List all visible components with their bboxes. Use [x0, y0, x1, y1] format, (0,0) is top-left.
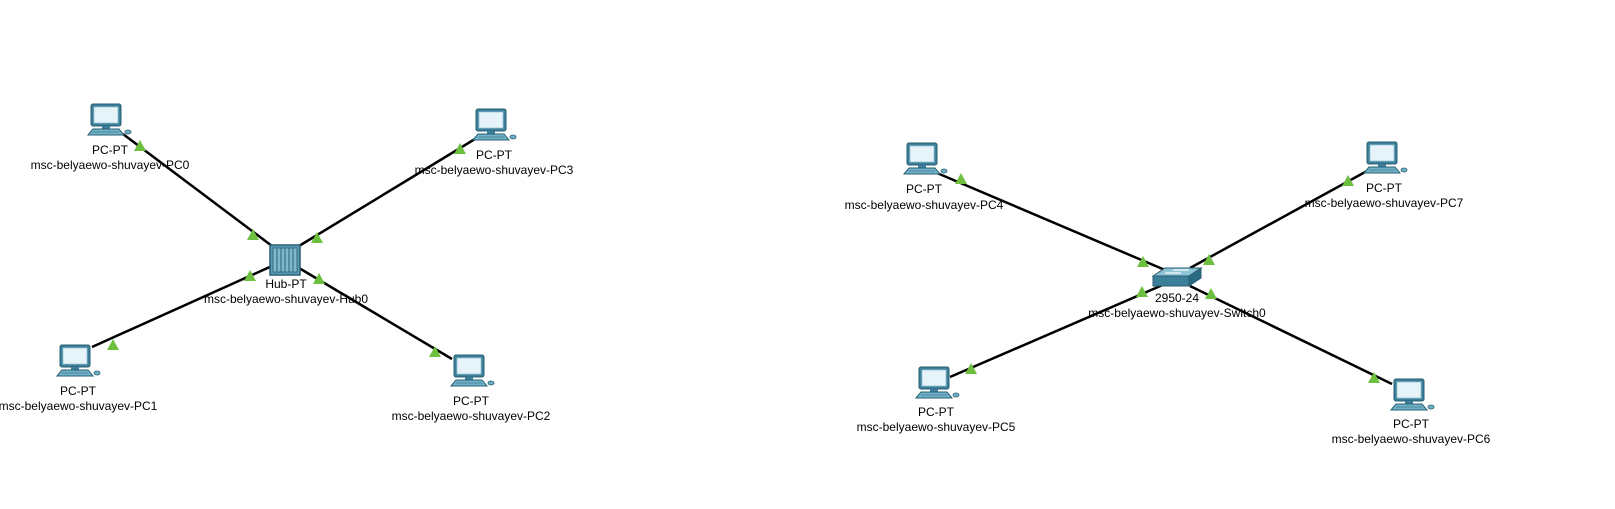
- pc6-model-label: PC-PT: [1393, 417, 1429, 431]
- pc2-model-label: PC-PT: [453, 394, 489, 408]
- pc-pc5[interactable]: [914, 366, 960, 399]
- pc-icon: [471, 108, 517, 141]
- switch-icon: [1151, 267, 1203, 287]
- pc-icon: [86, 103, 132, 136]
- pc4-name-label: msc-belyaewo-shuvayev-PC4: [844, 198, 1004, 212]
- pc-icon: [449, 354, 495, 387]
- port-status-up-icon: [955, 173, 967, 184]
- pc-pc6[interactable]: [1389, 378, 1435, 411]
- pc-icon: [55, 344, 101, 377]
- pc-pc0[interactable]: [86, 103, 132, 136]
- switch0-model-label: 2950-24: [1154, 291, 1200, 305]
- pc-pc4[interactable]: [902, 142, 948, 175]
- hub0-name-label: msc-belyaewo-shuvayev-Hub0: [203, 292, 369, 306]
- hub-hub0[interactable]: [269, 244, 301, 276]
- link-pc1-hub0[interactable]: [91, 264, 273, 349]
- pc7-model-label: PC-PT: [1366, 181, 1402, 195]
- pc7-name-label: msc-belyaewo-shuvayev-PC7: [1304, 196, 1464, 210]
- link-pc7-switch0[interactable]: [1189, 169, 1368, 270]
- pc5-name-label: msc-belyaewo-shuvayev-PC5: [856, 420, 1016, 434]
- pc-icon: [902, 142, 948, 175]
- switch0-name-label: msc-belyaewo-shuvayev-Switch0: [1088, 306, 1266, 320]
- link-pc5-switch0[interactable]: [949, 282, 1166, 379]
- pc-pc7[interactable]: [1362, 141, 1408, 174]
- pc3-name-label: msc-belyaewo-shuvayev-PC3: [414, 163, 574, 177]
- pc1-name-label: msc-belyaewo-shuvayev-PC1: [0, 399, 158, 413]
- pc6-name-label: msc-belyaewo-shuvayev-PC6: [1331, 432, 1491, 446]
- switch-switch0[interactable]: [1151, 267, 1203, 287]
- port-status-up-icon: [134, 140, 146, 151]
- hub-icon: [269, 244, 301, 276]
- port-status-up-icon: [244, 270, 256, 281]
- pc3-model-label: PC-PT: [476, 148, 512, 162]
- devices-layer: [55, 103, 1435, 411]
- pc4-model-label: PC-PT: [906, 182, 942, 196]
- pc0-name-label: msc-belyaewo-shuvayev-PC0: [30, 158, 190, 172]
- pc-pc2[interactable]: [449, 354, 495, 387]
- pc1-model-label: PC-PT: [60, 384, 96, 398]
- pc-icon: [1362, 141, 1408, 174]
- pc2-name-label: msc-belyaewo-shuvayev-PC2: [391, 409, 551, 423]
- pc5-model-label: PC-PT: [918, 405, 954, 419]
- pc-icon: [1389, 378, 1435, 411]
- pc-pc1[interactable]: [55, 344, 101, 377]
- hub0-model-label: Hub-PT: [265, 277, 307, 291]
- link-pc3-hub0[interactable]: [298, 137, 476, 248]
- pc-pc3[interactable]: [471, 108, 517, 141]
- link-pc4-switch0[interactable]: [936, 171, 1166, 272]
- pc0-model-label: PC-PT: [92, 143, 128, 157]
- link-pc6-switch0[interactable]: [1189, 284, 1393, 386]
- pc-icon: [914, 366, 960, 399]
